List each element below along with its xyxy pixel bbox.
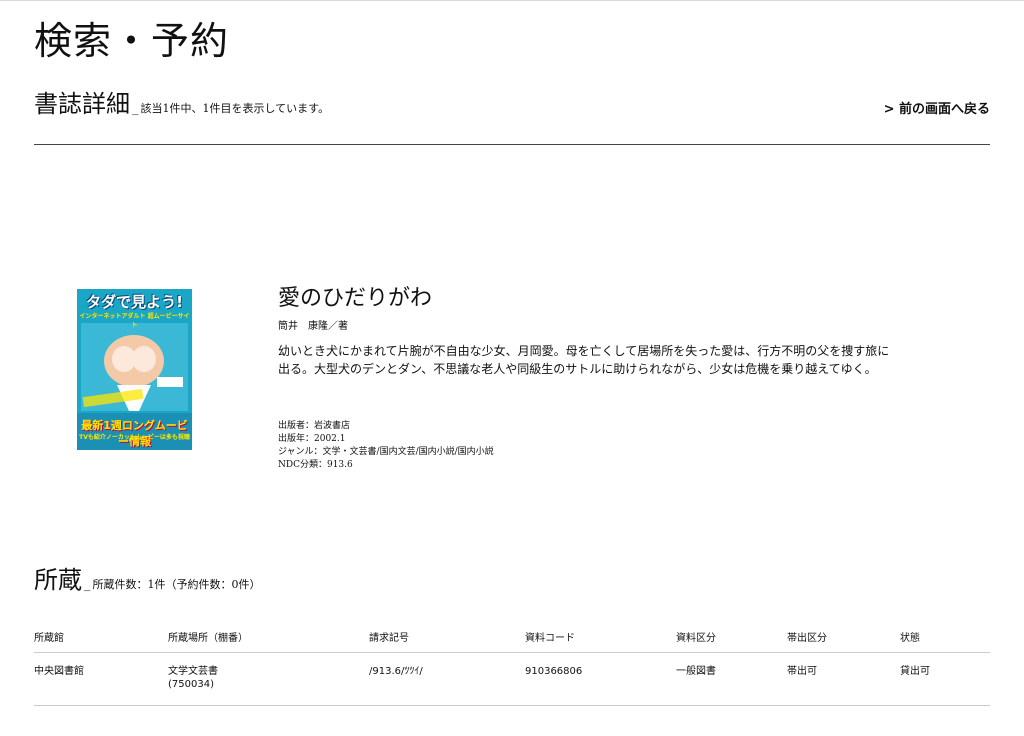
book-cover-image: タダで見よう! インターネットアダルト 超ムービーサイト 最新1週ロングムービー… <box>77 289 192 450</box>
cell-material-category: 一般図書 <box>676 652 787 706</box>
cell-material-code: 910366806 <box>525 652 676 706</box>
ndc-classification: NDC分類：913.6 <box>278 460 353 470</box>
shelf-number: (750034) <box>168 679 214 690</box>
back-to-previous-link[interactable]: > 前の画面へ戻る <box>884 98 990 117</box>
col-material-category: 資料区分 <box>676 620 787 653</box>
bibliographic-detail-header: 書誌詳細 _ 該当1件中、1件目を表示しています。 <box>34 84 329 119</box>
detail-heading-underscore: _ <box>132 101 139 116</box>
publication-year: 出版年：2002.1 <box>278 434 346 444</box>
col-location: 所蔵場所（棚番） <box>168 620 369 653</box>
result-count-note: 該当1件中、1件目を表示しています。 <box>140 102 330 115</box>
location-name: 文学文芸書 <box>168 666 218 677</box>
cell-call-number: /913.6/ﾂﾂｲ/ <box>369 652 525 706</box>
page-title: 検索・予約 <box>34 19 230 63</box>
cell-library: 中央図書館 <box>34 652 168 706</box>
holdings-heading-underscore: _ <box>84 577 91 592</box>
cover-bottom-subtext: TVも紹介ノーカットムービーは多も視聴 <box>79 434 190 441</box>
cell-loan-type: 帯出可 <box>787 652 900 706</box>
col-material-code: 資料コード <box>525 620 676 653</box>
book-author: 筒井 康隆／著 <box>278 321 348 332</box>
book-title: 愛のひだりがわ <box>278 286 433 311</box>
book-metadata: 出版者：岩波書店 出版年：2002.1 ジャンル：文学・文芸書/国内文芸/国内小… <box>278 420 494 472</box>
holdings-heading: 所蔵 <box>34 566 82 594</box>
book-description: 幼いとき犬にかまれて片腕が不自由な少女、月岡愛。母を亡くして居場所を失った愛は、… <box>278 344 890 376</box>
top-border <box>0 0 1024 1</box>
table-row: 中央図書館 文学文芸書 (750034) /913.6/ﾂﾂｲ/ 9103668… <box>34 652 990 706</box>
holdings-header: 所蔵 _ 所蔵件数：1件（予約件数：0件） <box>34 560 261 595</box>
col-library: 所蔵館 <box>34 620 168 653</box>
cover-subtitle: インターネットアダルト 超ムービーサイト <box>79 313 190 329</box>
publisher: 出版者：岩波書店 <box>278 421 351 431</box>
divider <box>34 144 990 145</box>
holdings-table: 所蔵館 所蔵場所（棚番） 請求記号 資料コード 資料区分 帯出区分 状態 中央図… <box>34 620 990 706</box>
cover-title: タダで見よう! <box>86 293 183 311</box>
detail-heading: 書誌詳細 <box>34 90 130 118</box>
cell-location: 文学文芸書 (750034) <box>168 652 369 706</box>
table-header-row: 所蔵館 所蔵場所（棚番） 請求記号 資料コード 資料区分 帯出区分 状態 <box>34 620 990 653</box>
holdings-count-note: 所蔵件数：1件（予約件数：0件） <box>92 578 261 591</box>
genre: ジャンル：文学・文芸書/国内文芸/国内小説/国内小説 <box>278 447 494 457</box>
cell-status: 貸出可 <box>900 652 990 706</box>
col-status: 状態 <box>900 620 990 653</box>
col-loan-type: 帯出区分 <box>787 620 900 653</box>
col-call-number: 請求記号 <box>369 620 525 653</box>
